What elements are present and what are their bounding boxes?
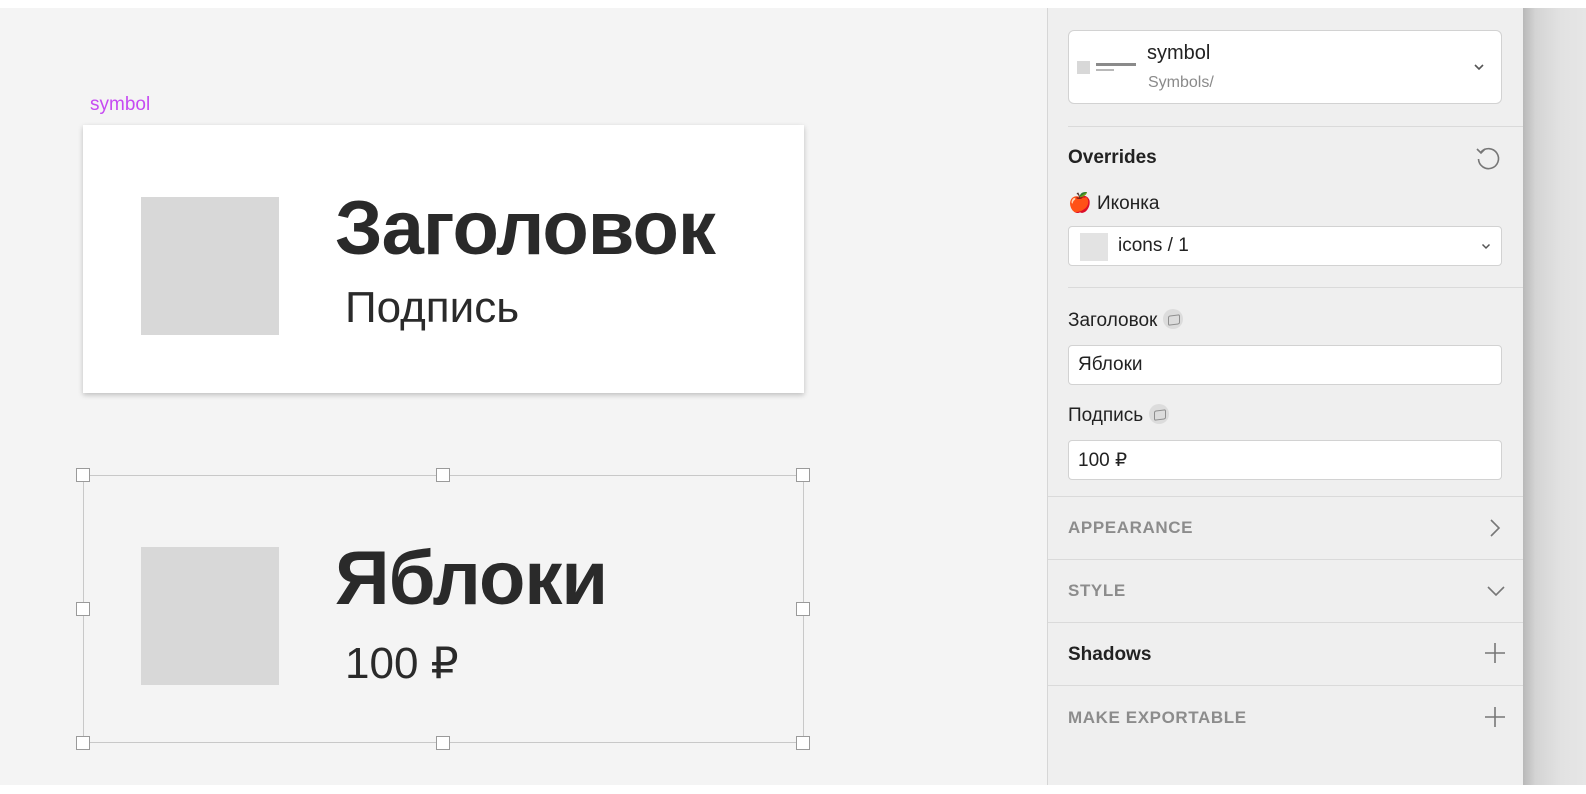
style-heading: STYLE <box>1068 581 1126 600</box>
override-subtitle-label-text: Подпись <box>1068 405 1144 426</box>
master-subtitle[interactable]: Подпись <box>345 283 519 333</box>
override-icon-label: 🍎 Иконка <box>1068 191 1160 215</box>
symbol-link-icon <box>1149 404 1170 424</box>
override-icon-label-text: Иконка <box>1096 193 1160 214</box>
symbol-thumbnail <box>1077 61 1137 77</box>
resize-handle-right[interactable] <box>796 602 810 616</box>
override-subtitle-label: Подпись <box>1068 404 1170 427</box>
resize-handle-top-left[interactable] <box>76 468 90 482</box>
icon-override-value: icons / 1 <box>1118 235 1189 256</box>
subtitle-override-input[interactable]: 100 ₽ <box>1068 440 1502 480</box>
apple-emoji-icon: 🍎 <box>1068 193 1092 214</box>
appearance-heading: APPEARANCE <box>1068 518 1194 537</box>
resize-handle-bottom-left[interactable] <box>76 736 90 750</box>
divider <box>1068 287 1524 288</box>
symbol-link-icon <box>1163 309 1184 329</box>
title-override-input[interactable]: Яблоки <box>1068 345 1502 385</box>
master-title[interactable]: Заголовок <box>335 185 716 272</box>
resize-handle-left[interactable] <box>76 602 90 616</box>
symbol-name: symbol <box>1147 42 1211 64</box>
artboard-label[interactable]: symbol <box>90 94 150 116</box>
export-section[interactable]: MAKE EXPORTABLE <box>1048 686 1524 748</box>
window-edge <box>1523 8 1586 785</box>
shadows-section[interactable]: Shadows <box>1048 623 1524 685</box>
app-window: symbol Заголовок Подпись Яблоки 100 ₽ sy… <box>0 8 1586 785</box>
chevron-right-icon <box>1490 519 1501 537</box>
chevron-down-icon <box>1487 586 1505 597</box>
divider <box>1068 126 1524 127</box>
symbol-master[interactable]: Заголовок Подпись <box>83 125 804 393</box>
resize-handle-bottom[interactable] <box>436 736 450 750</box>
icon-placeholder[interactable] <box>141 197 279 335</box>
icon-override-select[interactable]: icons / 1 <box>1068 226 1502 266</box>
canvas[interactable]: symbol Заголовок Подпись Яблоки 100 ₽ <box>0 8 1047 785</box>
plus-icon[interactable] <box>1484 642 1506 664</box>
style-section[interactable]: STYLE <box>1048 560 1524 622</box>
overrides-heading: Overrides <box>1068 147 1157 168</box>
chevron-down-icon <box>1474 64 1484 71</box>
plus-icon[interactable] <box>1484 706 1506 728</box>
override-title-label: Заголовок <box>1068 309 1184 332</box>
resize-handle-top-right[interactable] <box>796 468 810 482</box>
symbol-path: Symbols/ <box>1148 74 1214 91</box>
selection-box <box>83 475 804 743</box>
chevron-down-icon <box>1481 243 1491 250</box>
inspector-panel: symbol Symbols/ Overrides 🍎 Иконка icons… <box>1047 8 1524 785</box>
shadows-heading: Shadows <box>1068 644 1152 665</box>
override-title-label-text: Заголовок <box>1068 310 1158 331</box>
icon-swatch <box>1080 233 1108 261</box>
export-heading: MAKE EXPORTABLE <box>1068 708 1247 727</box>
symbol-picker[interactable]: symbol Symbols/ <box>1068 30 1502 104</box>
resize-handle-top[interactable] <box>436 468 450 482</box>
resize-handle-bottom-right[interactable] <box>796 736 810 750</box>
reset-icon[interactable] <box>1473 143 1503 173</box>
appearance-section[interactable]: APPEARANCE <box>1048 497 1524 559</box>
